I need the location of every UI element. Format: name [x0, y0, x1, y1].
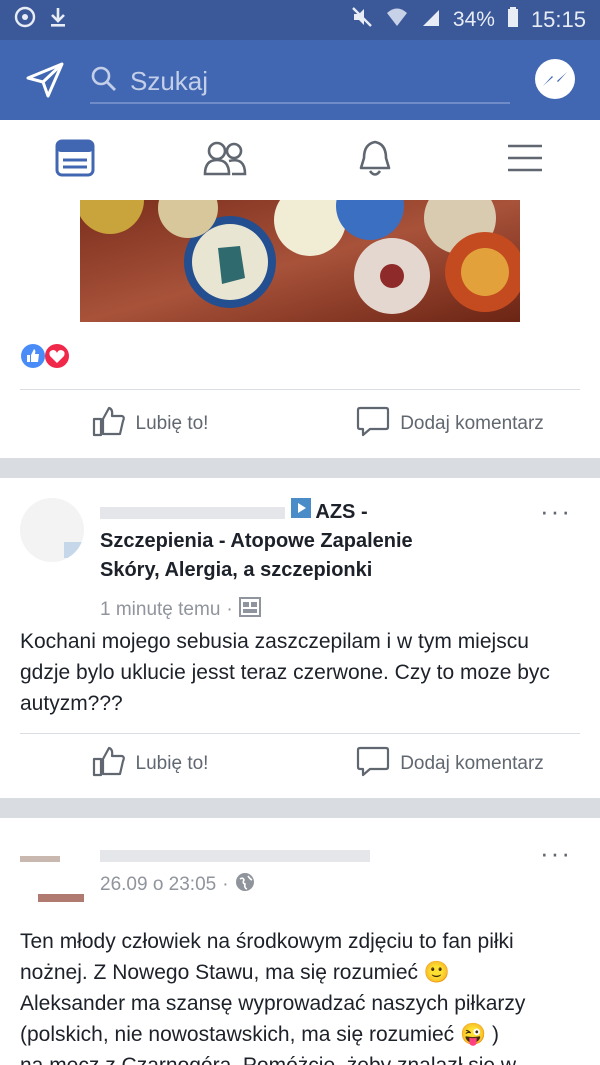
- like-button[interactable]: Lubię to!: [0, 734, 300, 794]
- dot-separator: ·: [226, 599, 233, 621]
- love-reaction-icon: [44, 343, 70, 374]
- post-text-line: Ten młody człowiek na środkowym zdjęciu …: [20, 930, 514, 953]
- post-card-1: Lubię to! Dodaj komentarz: [0, 200, 600, 458]
- post-text: Ten młody człowiek na środkowym zdjęciu …: [20, 926, 590, 1065]
- post-text-line: nożnej. Z Nowego Stawu, ma się rozumieć …: [20, 961, 450, 984]
- tab-menu[interactable]: [485, 130, 565, 190]
- post-header: AZS -: [100, 498, 500, 527]
- like-label: Lubię to!: [135, 413, 209, 434]
- more-options-button[interactable]: ···: [540, 838, 572, 869]
- bell-icon: [358, 138, 392, 183]
- post-meta: 26.09 o 23:05 ·: [100, 872, 255, 898]
- hamburger-menu-icon: [506, 142, 544, 179]
- signal-icon: [421, 6, 441, 34]
- share-plane-icon[interactable]: [26, 62, 64, 103]
- separator: [20, 389, 580, 390]
- search-input[interactable]: [128, 64, 492, 98]
- nav-tabs: [0, 120, 600, 201]
- group-name[interactable]: AZS -: [315, 501, 367, 523]
- post-card-3: ··· 26.09 o 23:05 · Ten młody człowiek n…: [0, 818, 600, 1065]
- battery-percent: 34%: [452, 8, 495, 31]
- post-card-2: ··· AZS - Szczepienia - Atopowe Zapaleni…: [0, 478, 600, 798]
- download-icon: [48, 6, 68, 34]
- like-button[interactable]: Lubię to!: [0, 394, 300, 454]
- search-icon: [90, 65, 118, 98]
- dot-separator: ·: [222, 874, 229, 895]
- post-image[interactable]: [80, 200, 520, 322]
- wifi-icon: [385, 6, 409, 34]
- status-bar: 34% 15:15: [0, 0, 600, 40]
- post-text-line: na mecz z Czarnogórą. Pomóżcie, żeby zna…: [20, 1050, 590, 1065]
- avatar[interactable]: [20, 498, 84, 562]
- tab-notifications[interactable]: [335, 130, 415, 190]
- group-name-line2[interactable]: Szczepienia - Atopowe Zapalenie: [100, 527, 500, 556]
- reactions[interactable]: [20, 343, 70, 374]
- post-time[interactable]: 1 minutę temu: [100, 599, 220, 621]
- more-options-button[interactable]: ···: [540, 496, 572, 527]
- post-text: Kochani mojego sebusia zaszczepilam i w …: [20, 630, 550, 715]
- comment-icon: [356, 745, 390, 783]
- globe-icon: [235, 872, 255, 898]
- app-bar: [0, 40, 600, 120]
- avatar[interactable]: [20, 838, 84, 902]
- like-label: Lubię to!: [135, 753, 209, 774]
- comment-icon: [356, 405, 390, 443]
- play-arrow-icon: [290, 498, 311, 527]
- feed-divider: [0, 798, 600, 818]
- comment-label: Dodaj komentarz: [400, 413, 544, 434]
- post-text-line: Aleksander ma szansę wyprowadzać naszych…: [20, 992, 526, 1015]
- author-name[interactable]: [100, 506, 285, 519]
- comment-button[interactable]: Dodaj komentarz: [300, 394, 600, 454]
- friends-icon: [203, 140, 247, 181]
- news-feed-icon: [55, 139, 95, 182]
- tab-friends[interactable]: [185, 130, 265, 190]
- post-meta: 1 minutę temu ·: [100, 597, 500, 623]
- sync-icon: [14, 6, 36, 34]
- tab-news-feed[interactable]: [35, 130, 115, 190]
- comment-button[interactable]: Dodaj komentarz: [300, 734, 600, 794]
- like-reaction-icon: [20, 343, 46, 374]
- post-text-line: (polskich, nie nowostawskich, ma się roz…: [20, 1023, 499, 1046]
- post-time[interactable]: 26.09 o 23:05: [100, 874, 216, 896]
- messenger-icon[interactable]: [533, 58, 577, 107]
- thumbs-up-icon: [92, 405, 126, 443]
- group-privacy-icon: [238, 597, 261, 623]
- author-name[interactable]: [100, 850, 370, 862]
- group-name-line3[interactable]: Skóry, Alergia, a szczepionki: [100, 556, 500, 585]
- search-bar[interactable]: [90, 60, 510, 104]
- clock: 15:15: [530, 7, 586, 32]
- feed-divider: [0, 458, 600, 478]
- thumbs-up-icon: [92, 745, 126, 783]
- battery-icon: [507, 6, 519, 34]
- comment-label: Dodaj komentarz: [400, 753, 544, 774]
- mute-icon: [351, 6, 373, 34]
